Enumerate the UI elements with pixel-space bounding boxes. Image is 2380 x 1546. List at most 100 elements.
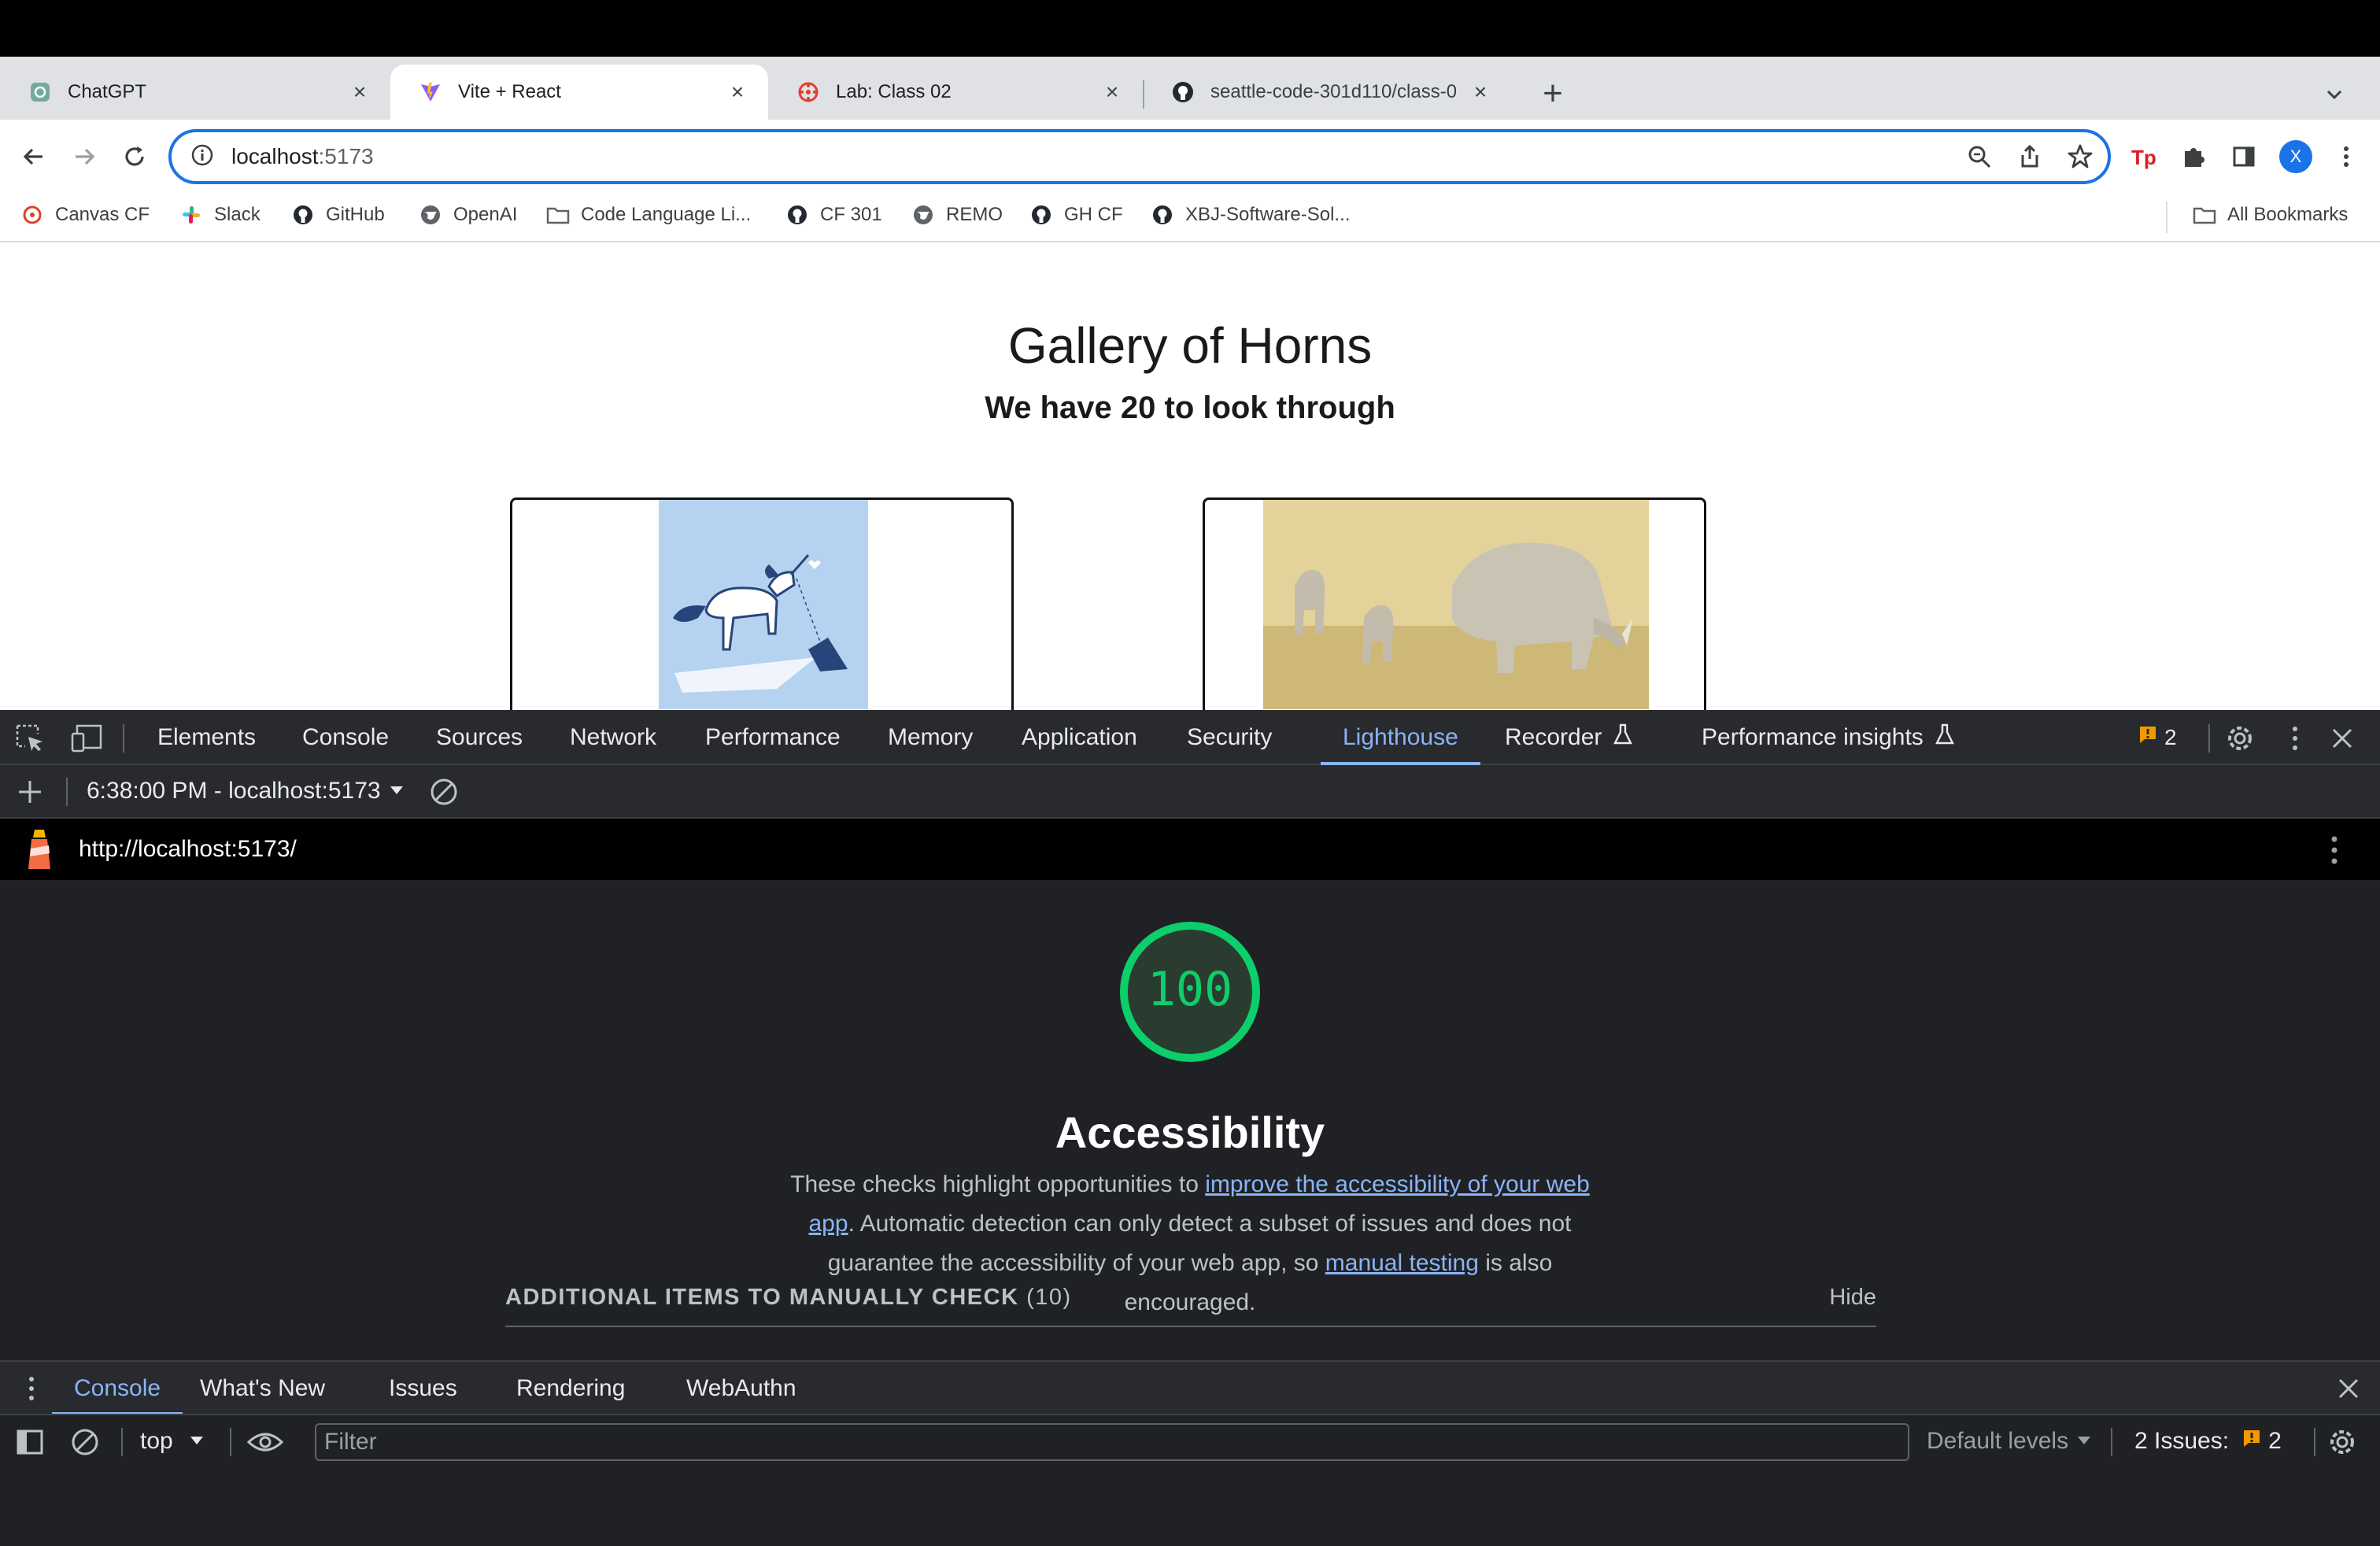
close-tab-icon[interactable]: × <box>726 80 749 104</box>
bookmark-label: REMO <box>946 204 1003 225</box>
bookmark-cf-301[interactable]: CF 301 <box>785 203 882 227</box>
drawer-menu-icon[interactable] <box>16 1373 47 1404</box>
clear-reports-icon[interactable] <box>428 776 460 808</box>
devtools-tab-recorder[interactable]: Recorder <box>1505 710 1633 765</box>
tab-search-icon[interactable] <box>2319 79 2350 110</box>
tab-github-class[interactable]: seattle-code-301d110/class-0 × <box>1143 65 1511 120</box>
bookmark-label: Canvas CF <box>55 204 150 225</box>
back-button[interactable] <box>14 137 54 176</box>
close-devtools-icon[interactable] <box>2326 723 2358 754</box>
canvas-icon <box>20 203 44 227</box>
page-title: Gallery of Horns <box>1007 317 1373 374</box>
report-url[interactable]: http://localhost:5173/ <box>79 836 297 863</box>
toolbar-separator <box>121 1428 123 1456</box>
bookmark-xbj-software[interactable]: XBJ-Software-Sol... <box>1151 203 1350 227</box>
tab-label: ChatGPT <box>68 81 147 102</box>
address-url: localhost:5173 <box>231 144 374 169</box>
extensions-puzzle-icon[interactable] <box>2174 137 2213 176</box>
new-report-plus-icon[interactable] <box>14 776 46 808</box>
devtools-tab-network[interactable]: Network <box>570 710 656 765</box>
issues-count: 2 <box>2268 1428 2282 1454</box>
devtools-tab-application[interactable]: Application <box>1022 710 1137 765</box>
settings-gear-icon[interactable] <box>2223 721 2257 756</box>
toggl-extension-icon[interactable]: Tp <box>2123 137 2163 176</box>
chatgpt-icon <box>28 80 52 104</box>
issue-warning-icon <box>2241 1428 2262 1455</box>
devtools-tab-lighthouse[interactable]: Lighthouse <box>1321 710 1480 765</box>
experiment-flask-icon <box>1935 723 1955 753</box>
devtools-tab-memory[interactable]: Memory <box>888 710 973 765</box>
side-panel-icon[interactable] <box>2224 137 2264 176</box>
live-expression-eye-icon[interactable] <box>246 1425 285 1459</box>
devtools-tab-performance[interactable]: Performance <box>705 710 841 765</box>
console-filter-input[interactable]: Filter <box>315 1423 1909 1461</box>
report-menu-icon[interactable] <box>2319 833 2350 867</box>
bookmark-label: OpenAI <box>453 204 518 225</box>
manual-check-group-header[interactable]: ADDITIONAL ITEMS TO MANUALLY CHECK (10) … <box>505 1269 1876 1327</box>
new-tab-button[interactable]: + <box>1535 74 1571 113</box>
bookmark-label: Code Language Li... <box>581 204 752 225</box>
close-tab-icon[interactable]: × <box>348 80 371 104</box>
profile-avatar[interactable]: X <box>2276 137 2315 176</box>
tab-chatgpt[interactable]: ChatGPT × <box>0 65 390 120</box>
chevron-down-icon <box>389 778 405 804</box>
horn-card[interactable] <box>510 497 1014 710</box>
devtools-tab-sources[interactable]: Sources <box>436 710 523 765</box>
manual-check-count: (10) <box>1026 1284 1072 1310</box>
devtools-tab-security[interactable]: Security <box>1187 710 1272 765</box>
bookmark-folder-code-language[interactable]: Code Language Li... <box>546 203 751 227</box>
address-bar[interactable]: localhost:5173 <box>168 129 2111 184</box>
browser-toolbar: localhost:5173 Tp X <box>0 120 2380 194</box>
clear-console-icon[interactable] <box>69 1426 101 1458</box>
score-gauge: 100 <box>1119 921 1261 1063</box>
bookmark-remo[interactable]: REMO <box>911 203 1003 227</box>
log-levels-dropdown[interactable]: Default levels <box>1927 1415 2092 1467</box>
all-bookmarks-button[interactable]: All Bookmarks <box>2193 203 2348 227</box>
zoom-icon[interactable] <box>1966 143 1993 174</box>
page-subtitle: We have 20 to look through <box>985 390 1395 425</box>
bookmark-label: XBJ-Software-Sol... <box>1185 204 1351 225</box>
bookmark-slack[interactable]: Slack <box>179 203 261 227</box>
drawer-tab-webauthn[interactable]: WebAuthn <box>686 1362 796 1415</box>
show-sidebar-icon[interactable] <box>14 1426 46 1458</box>
drawer-tab-whats-new[interactable]: What's New <box>200 1362 325 1415</box>
devtools-menu-icon[interactable] <box>2279 723 2311 754</box>
console-settings-gear-icon[interactable] <box>2325 1425 2360 1459</box>
issues-counter[interactable]: 2 <box>2138 710 2177 765</box>
bookmark-star-icon[interactable] <box>2067 143 2094 174</box>
site-info-icon[interactable] <box>190 143 214 171</box>
horn-card[interactable] <box>1203 497 1706 710</box>
github-icon <box>785 203 809 227</box>
toolbar-separator <box>230 1428 231 1456</box>
close-tab-icon[interactable]: × <box>1100 80 1124 104</box>
hide-toggle[interactable]: Hide <box>1829 1285 1876 1311</box>
context-selector[interactable]: top <box>140 1415 205 1467</box>
console-issues-counter[interactable]: 2 Issues: 2 <box>2134 1415 2282 1467</box>
github-icon <box>1029 203 1053 227</box>
close-tab-icon[interactable]: × <box>1469 80 1492 104</box>
forward-button[interactable] <box>65 137 104 176</box>
browser-tab-bar: ChatGPT × Vite + React × Lab: Class 02 ×… <box>0 57 2380 120</box>
devtools-tab-elements[interactable]: Elements <box>157 710 256 765</box>
drawer-tab-issues[interactable]: Issues <box>389 1362 457 1415</box>
drawer-tab-rendering[interactable]: Rendering <box>516 1362 625 1415</box>
browser-menu-icon[interactable] <box>2326 137 2366 176</box>
report-selector-dropdown[interactable]: 6:38:00 PM - localhost:5173 <box>87 765 405 817</box>
bookmark-gh-cf[interactable]: GH CF <box>1029 203 1123 227</box>
device-toolbar-icon[interactable] <box>69 723 104 754</box>
bookmark-canvas-cf[interactable]: Canvas CF <box>20 203 150 227</box>
drawer-tab-console[interactable]: Console <box>51 1362 183 1415</box>
devtools-tab-performance-insights[interactable]: Performance insights <box>1702 710 1955 765</box>
reload-button[interactable] <box>115 137 154 176</box>
bookmark-openai[interactable]: OpenAI <box>419 203 517 227</box>
tab-vite-react[interactable]: Vite + React × <box>390 65 768 120</box>
tab-lab-class-02[interactable]: Lab: Class 02 × <box>768 65 1143 120</box>
close-drawer-icon[interactable] <box>2333 1373 2364 1404</box>
inspect-element-icon[interactable] <box>14 723 46 754</box>
screen-top-strip <box>0 0 2380 57</box>
share-icon[interactable] <box>2016 143 2043 174</box>
category-title: Accessibility <box>1055 1108 1325 1157</box>
devtools-tab-console[interactable]: Console <box>302 710 389 765</box>
bookmark-github[interactable]: GitHub <box>291 203 385 227</box>
folder-icon <box>546 203 570 227</box>
